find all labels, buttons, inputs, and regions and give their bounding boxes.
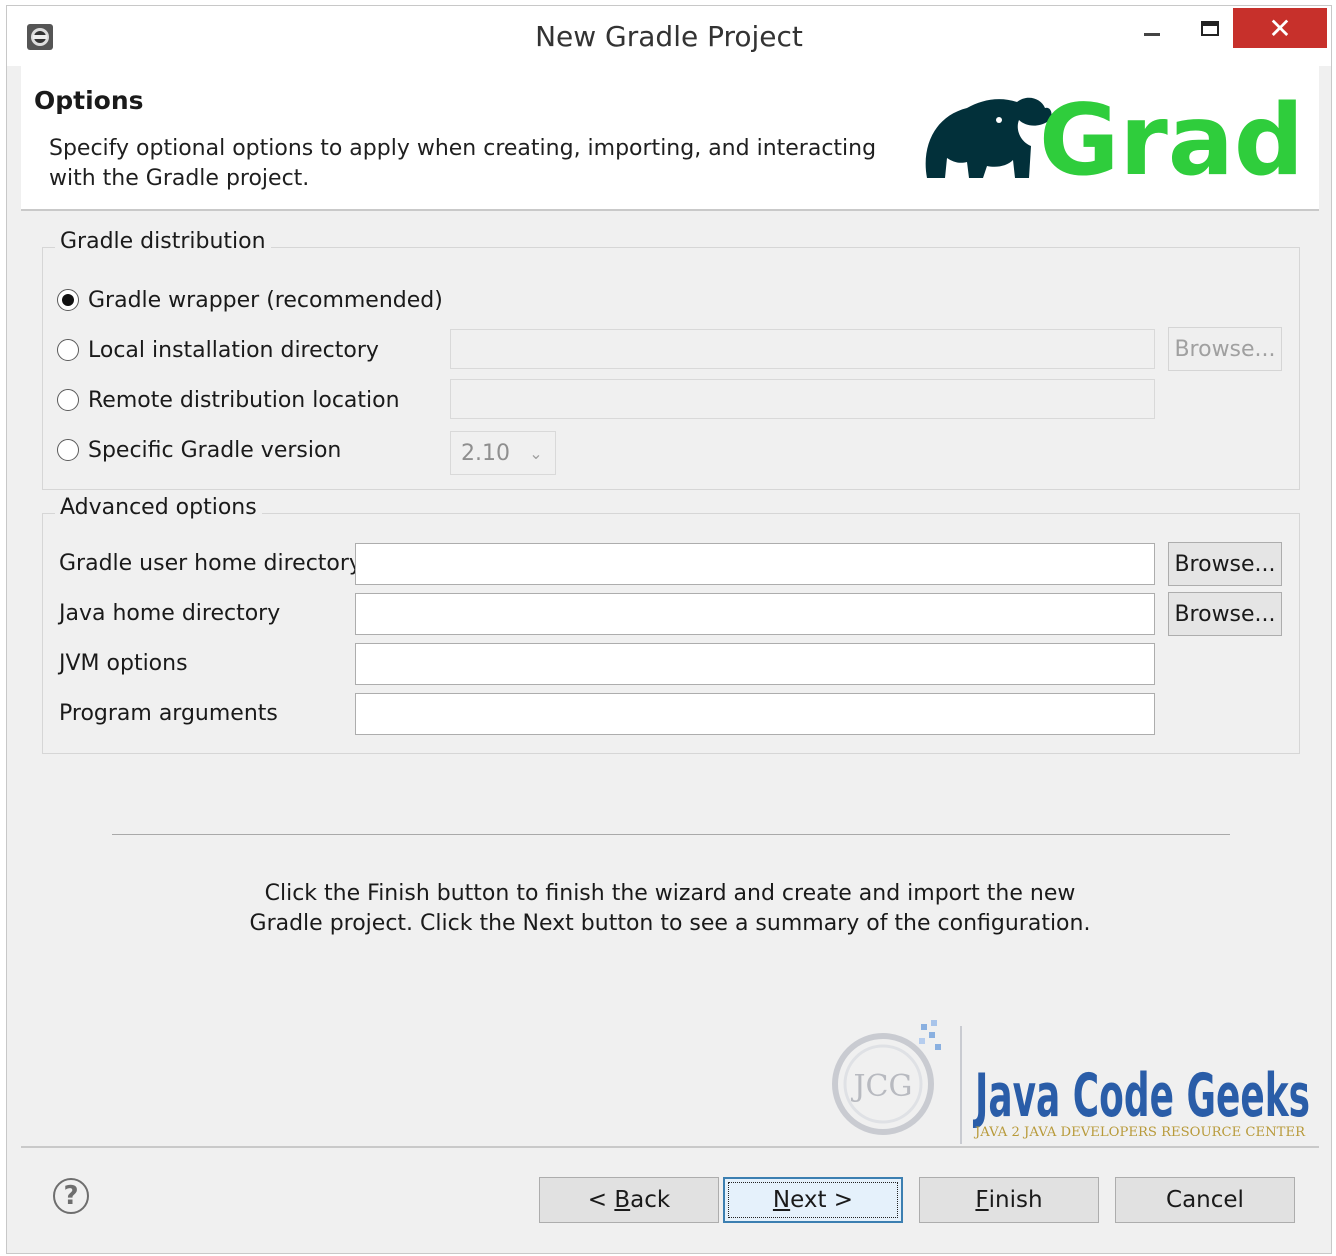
local-installation-field [450,329,1155,369]
radio-button[interactable] [57,439,79,461]
minimize-button[interactable] [1127,8,1177,48]
radio-label: Specific Gradle version [88,437,342,463]
separator [112,834,1230,835]
radio-label: Gradle wrapper (recommended) [88,287,443,313]
jvm-options-input[interactable] [355,643,1155,685]
radio-label: Local installation directory [88,337,379,363]
radio-remote-distribution[interactable]: Remote distribution location [57,385,400,415]
radio-specific-version[interactable]: Specific Gradle version [57,435,341,465]
finish-button[interactable]: Finish [919,1177,1099,1223]
radio-button[interactable] [57,339,79,361]
jvm-options-label: JVM options [59,651,188,676]
gradle-user-home-browse-button[interactable]: Browse... [1168,542,1282,586]
close-button[interactable]: ✕ [1233,8,1327,48]
wizard-header: Options Specify optional options to appl… [21,66,1319,211]
next-mnemonic: N [772,1187,791,1213]
close-icon: ✕ [1268,11,1292,45]
next-label-rest: ext > [790,1187,854,1213]
chevron-down-icon: ⌄ [529,443,543,463]
finish-mnemonic: F [975,1187,989,1213]
jcg-badge-text: JCG [851,1069,913,1104]
advanced-options-group: Advanced options Gradle user home direct… [42,495,1300,754]
radio-button[interactable] [57,289,79,311]
back-mnemonic: B [614,1187,631,1213]
group-legend: Gradle distribution [55,229,271,254]
info-line: Click the Finish button to finish the wi… [264,881,1076,906]
local-browse-button: Browse... [1168,327,1282,371]
jcg-tagline: JAVA 2 JAVA DEVELOPERS RESOURCE CENTER [973,1125,1306,1140]
group-legend: Advanced options [55,495,262,520]
maximize-icon [1201,20,1219,36]
java-home-browse-button[interactable]: Browse... [1168,592,1282,636]
gradle-distribution-group: Gradle distribution Gradle wrapper (reco… [42,229,1300,490]
back-button[interactable]: < Back [539,1177,719,1223]
new-gradle-project-dialog: New Gradle Project ✕ Options Specify opt… [6,5,1332,1254]
radio-button[interactable] [57,389,79,411]
info-text: Click the Finish button to finish the wi… [7,879,1333,939]
footer-separator [21,1146,1319,1148]
page-title: Options [34,86,144,115]
page-description: Specify optional options to apply when c… [49,136,877,191]
version-value: 2.10 [461,440,510,466]
remote-distribution-field [450,379,1155,419]
finish-label-rest: inish [988,1187,1043,1213]
radio-gradle-wrapper[interactable]: Gradle wrapper (recommended) [57,285,443,315]
program-arguments-input[interactable] [355,693,1155,735]
gradle-user-home-input[interactable] [355,543,1155,585]
help-icon[interactable]: ? [53,1178,89,1214]
info-line: Gradle project. Click the Next button to… [249,911,1091,936]
program-arguments-label: Program arguments [59,701,278,726]
back-label-rest: ack [630,1187,671,1213]
gradle-logo-text: Gradle [1039,86,1312,191]
jcg-wordmark: Java Code Geeks [973,1061,1310,1131]
gradle-logo: Gradle [925,86,1312,191]
java-code-geeks-watermark: JCG Java Code Geeks JAVA 2 JAVA DEVELOPE… [832,1020,1310,1144]
java-home-label: Java home directory [59,601,281,626]
radio-local-installation[interactable]: Local installation directory [57,335,379,365]
radio-label: Remote distribution location [88,387,400,413]
minimize-icon [1144,32,1160,36]
gradle-user-home-label: Gradle user home directory [59,551,362,576]
cancel-button[interactable]: Cancel [1115,1177,1295,1223]
radio-selected-dot [62,294,74,306]
back-prefix: < [587,1187,615,1213]
next-button[interactable]: Next > [723,1177,903,1223]
maximize-button[interactable] [1185,8,1235,48]
java-home-input[interactable] [355,593,1155,635]
gradle-version-select: 2.10 ⌄ [450,431,556,475]
title-bar: New Gradle Project ✕ [7,6,1331,66]
